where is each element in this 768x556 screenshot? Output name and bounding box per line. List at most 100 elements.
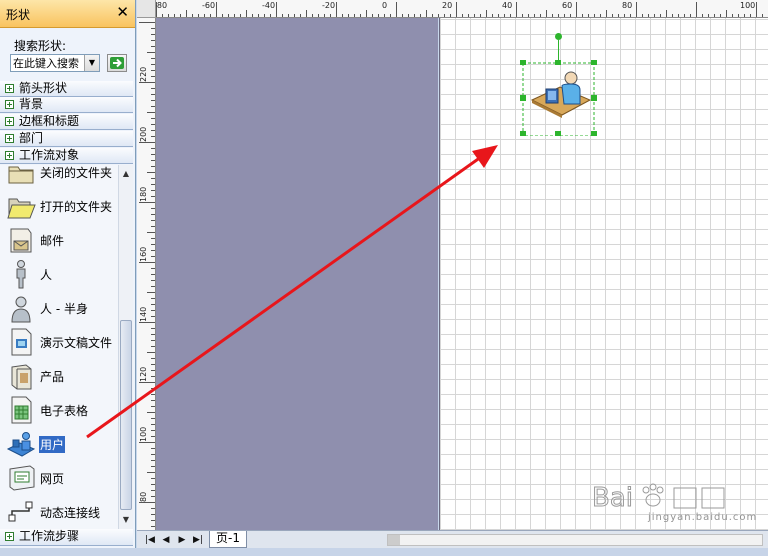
product-icon bbox=[11, 364, 32, 390]
user-shape-selection bbox=[520, 59, 597, 137]
shape-open-folder[interactable]: 打开的文件夹 bbox=[0, 189, 118, 223]
shapes-pane-title: 形状 bbox=[6, 8, 31, 22]
horizontal-ruler: -80 -60 -40 -20 0 20 40 60 80 100 bbox=[156, 0, 768, 18]
shape-list: 关闭的文件夹 打开的文件夹 邮件 人 人 - 半身 演示文稿文件 产品 电子表格… bbox=[0, 165, 118, 529]
stencil-borders-titles[interactable]: 边框和标题 bbox=[0, 114, 133, 130]
page-tabs-bar: |◀ ◀ ▶ ▶| 页-1 bbox=[137, 530, 768, 548]
ruler-label: 0 bbox=[382, 1, 388, 10]
ruler-corner bbox=[137, 0, 156, 18]
close-icon[interactable]: ✕ bbox=[116, 3, 129, 21]
shape-label: 演示文稿文件 bbox=[40, 336, 113, 350]
spreadsheet-icon bbox=[11, 396, 32, 424]
horizontal-scrollbar[interactable] bbox=[387, 534, 763, 546]
expand-plus-icon bbox=[5, 151, 14, 160]
web-page-icon bbox=[9, 465, 35, 491]
shape-label: 网页 bbox=[40, 472, 65, 486]
ruler-label: 160 bbox=[139, 246, 148, 262]
next-page-button[interactable]: ▶ bbox=[175, 533, 189, 547]
shape-label: 邮件 bbox=[40, 234, 65, 248]
rotation-stem bbox=[558, 40, 559, 60]
stencil-workflow-objects[interactable]: 工作流对象 bbox=[0, 148, 133, 164]
shape-web-page[interactable]: 网页 bbox=[0, 461, 118, 495]
ruler-label: 220 bbox=[139, 66, 148, 82]
shape-label: 产品 bbox=[40, 370, 65, 384]
shape-label: 人 - 半身 bbox=[40, 302, 88, 316]
stencil-arrow-shapes[interactable]: 箭头形状 bbox=[0, 81, 133, 97]
expand-plus-icon bbox=[5, 134, 14, 143]
ruler-label: -60 bbox=[202, 1, 216, 10]
drawing-canvas[interactable] bbox=[156, 18, 768, 530]
ruler-label: 20 bbox=[442, 1, 453, 10]
shape-presentation-file[interactable]: 演示文稿文件 bbox=[0, 325, 118, 359]
shape-user[interactable]: 用户 bbox=[0, 427, 118, 461]
search-input[interactable] bbox=[11, 55, 89, 71]
user-icon bbox=[6, 432, 36, 457]
ruler-label: 80 bbox=[622, 1, 633, 10]
drawing-page[interactable] bbox=[439, 18, 768, 530]
stencil-label: 工作流对象 bbox=[19, 148, 80, 162]
search-shapes-label: 搜索形状: bbox=[14, 39, 67, 53]
shape-product[interactable]: 产品 bbox=[0, 359, 118, 393]
ruler-label: 100 bbox=[740, 1, 756, 10]
shape-mail[interactable]: 邮件 bbox=[0, 223, 118, 257]
tab-page-1[interactable]: 页-1 bbox=[209, 531, 247, 548]
connection-handle[interactable] bbox=[555, 33, 562, 40]
shape-dynamic-connector[interactable]: 动态连接线 bbox=[0, 495, 118, 529]
stencil-departments[interactable]: 部门 bbox=[0, 131, 133, 147]
scroll-up-icon[interactable]: ▲ bbox=[119, 167, 133, 181]
expand-plus-icon bbox=[5, 532, 14, 541]
shape-label: 打开的文件夹 bbox=[40, 200, 113, 214]
ruler-ticks bbox=[156, 2, 763, 17]
shape-label: 动态连接线 bbox=[40, 506, 101, 520]
previous-page-button[interactable]: ◀ bbox=[159, 533, 173, 547]
vertical-ruler: 220 200 180 160 140 120 100 80 bbox=[137, 18, 156, 530]
stencil-label: 箭头形状 bbox=[19, 81, 68, 95]
chevron-down-icon[interactable]: ▼ bbox=[84, 55, 99, 71]
scrollbar-thumb[interactable] bbox=[120, 320, 132, 510]
scrollbar-thumb[interactable] bbox=[388, 535, 400, 545]
shapes-pane: 形状 ✕ 搜索形状: ▼ 箭头形状 背景 边框和标题 部门 工作流对象 关闭的文… bbox=[0, 0, 136, 556]
expand-plus-icon bbox=[5, 100, 14, 109]
ruler-label: 40 bbox=[502, 1, 513, 10]
dynamic-connector-icon bbox=[8, 501, 33, 522]
search-go-button[interactable] bbox=[107, 54, 127, 72]
ruler-label: 120 bbox=[139, 366, 148, 382]
shape-spreadsheet[interactable]: 电子表格 bbox=[0, 393, 118, 427]
shape-person-half[interactable]: 人 - 半身 bbox=[0, 291, 118, 325]
stencil-backgrounds[interactable]: 背景 bbox=[0, 97, 133, 113]
scroll-down-icon[interactable]: ▼ bbox=[119, 513, 133, 527]
last-page-button[interactable]: ▶| bbox=[191, 533, 205, 547]
shape-label: 电子表格 bbox=[40, 404, 89, 418]
search-shapes-field[interactable]: ▼ bbox=[10, 54, 100, 72]
ruler-label: 180 bbox=[139, 186, 148, 202]
shape-list-scrollbar[interactable]: ▲ ▼ bbox=[118, 165, 133, 529]
status-bar bbox=[0, 548, 768, 556]
stencil-label: 边框和标题 bbox=[19, 114, 80, 128]
person-half-body-icon bbox=[11, 296, 31, 323]
mail-icon bbox=[10, 228, 32, 253]
person-icon bbox=[16, 260, 26, 289]
closed-folder-icon bbox=[8, 166, 34, 184]
ruler-ticks bbox=[139, 22, 155, 527]
shape-closed-folder[interactable]: 关闭的文件夹 bbox=[0, 165, 118, 189]
open-folder-icon bbox=[7, 198, 36, 219]
ruler-label: -20 bbox=[322, 1, 336, 10]
stencil-label: 背景 bbox=[19, 97, 44, 111]
ruler-label: 100 bbox=[139, 426, 148, 442]
stencil-label: 工作流步骤 bbox=[19, 529, 80, 543]
shape-label: 人 bbox=[40, 268, 53, 282]
ruler-label: 200 bbox=[139, 126, 148, 142]
first-page-button[interactable]: |◀ bbox=[143, 533, 157, 547]
stencil-workflow-steps[interactable]: 工作流步骤 bbox=[0, 529, 133, 546]
green-arrow-icon bbox=[110, 57, 124, 69]
off-page-area bbox=[156, 18, 438, 530]
shapes-pane-header: 形状 ✕ bbox=[0, 0, 135, 28]
ruler-label: -40 bbox=[262, 1, 276, 10]
ruler-label: 80 bbox=[139, 491, 148, 502]
placed-user-shape[interactable] bbox=[520, 59, 597, 137]
stencil-label: 部门 bbox=[19, 131, 44, 145]
shape-person[interactable]: 人 bbox=[0, 257, 118, 291]
expand-plus-icon bbox=[5, 84, 14, 93]
presentation-file-icon bbox=[11, 328, 32, 356]
shape-label: 关闭的文件夹 bbox=[40, 166, 113, 180]
